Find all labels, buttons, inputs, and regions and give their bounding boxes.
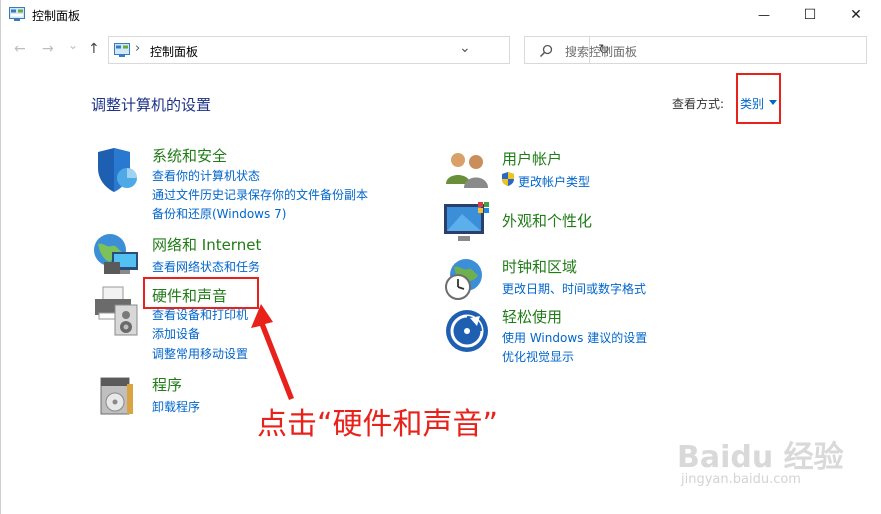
clock-globe-icon (445, 259, 482, 300)
baidu-watermark: Baidu 经验 (677, 440, 844, 475)
control-panel-icon (114, 43, 130, 57)
programs-icon (100, 377, 133, 415)
link-view-computer-status[interactable]: 查看你的计算机状态 (152, 167, 260, 184)
link-backup-restore[interactable]: 备份和还原(Windows 7) (152, 205, 286, 222)
shield-icon (98, 148, 137, 192)
close-icon: ✕ (850, 7, 862, 23)
annotation-text: 点击“硬件和声音” (257, 407, 499, 442)
users-icon (446, 153, 488, 188)
category-programs[interactable]: 程序 (152, 374, 182, 395)
back-button[interactable]: ← (14, 41, 26, 57)
recent-locations-button[interactable]: ⌄ (68, 38, 78, 52)
printer-speaker-icon (95, 286, 138, 336)
search-icon (539, 44, 553, 58)
up-button[interactable]: ↑ (88, 41, 100, 57)
search-input[interactable]: 搜索控制面板 (565, 43, 637, 60)
link-add-device[interactable]: 添加设备 (152, 325, 200, 342)
highlight-hardware-sound (143, 277, 259, 309)
maximize-button[interactable]: ☐ (787, 0, 833, 30)
minimize-button[interactable]: — (741, 0, 787, 30)
title-bar[interactable]: 控制面板 — ☐ ✕ (1, 0, 881, 30)
link-change-account-type[interactable]: 更改帐户类型 (518, 173, 590, 190)
address-dropdown-icon[interactable]: ⌄ (459, 40, 471, 56)
link-devices-printers[interactable]: 查看设备和打印机 (152, 306, 248, 323)
maximize-icon: ☐ (803, 7, 817, 23)
minimize-icon: — (758, 8, 770, 22)
category-clock-region[interactable]: 时钟和区域 (502, 256, 577, 277)
link-mobility-settings[interactable]: 调整常用移动设置 (152, 345, 248, 362)
forward-button[interactable]: → (42, 41, 54, 57)
link-network-status[interactable]: 查看网络状态和任务 (152, 258, 260, 275)
category-user-accounts[interactable]: 用户帐户 (502, 148, 562, 169)
view-by-label: 查看方式: (672, 97, 725, 111)
control-panel-window: 控制面板 — ☐ ✕ ← → ⌄ ↑ › 控制面板 ⌄ ↻ 搜索控制面板 调整计… (0, 0, 881, 514)
breadcrumb-separator[interactable]: › (135, 41, 140, 56)
page-title: 调整计算机的设置 (91, 96, 212, 114)
category-network-internet[interactable]: 网络和 Internet (152, 234, 261, 255)
link-optimize-visual-display[interactable]: 优化视觉显示 (502, 348, 574, 365)
category-ease-of-access[interactable]: 轻松使用 (502, 306, 562, 327)
control-panel-icon (9, 7, 25, 21)
window-title: 控制面板 (32, 9, 81, 23)
highlight-view-by (736, 73, 781, 124)
link-file-history-backup[interactable]: 通过文件历史记录保存你的文件备份副本 (152, 186, 368, 203)
link-change-date-time[interactable]: 更改日期、时间或数字格式 (502, 280, 646, 297)
search-box[interactable]: 搜索控制面板 (524, 36, 867, 64)
monitor-personalize-icon (444, 202, 489, 241)
breadcrumb-control-panel[interactable]: 控制面板 (150, 43, 198, 60)
close-button[interactable]: ✕ (833, 0, 879, 30)
link-recommended-settings[interactable]: 使用 Windows 建议的设置 (502, 329, 647, 346)
uac-shield-icon (502, 172, 514, 186)
annotation-arrow-icon (251, 304, 294, 400)
address-bar[interactable]: › 控制面板 ⌄ ↻ (108, 36, 610, 64)
category-appearance-personalization[interactable]: 外观和个性化 (502, 210, 592, 231)
baidu-watermark-url: jingyan.baidu.com (681, 472, 801, 487)
ease-of-access-icon (446, 310, 488, 352)
category-system-security[interactable]: 系统和安全 (152, 145, 227, 166)
link-uninstall-program[interactable]: 卸载程序 (152, 398, 200, 415)
network-globe-icon (94, 234, 138, 274)
